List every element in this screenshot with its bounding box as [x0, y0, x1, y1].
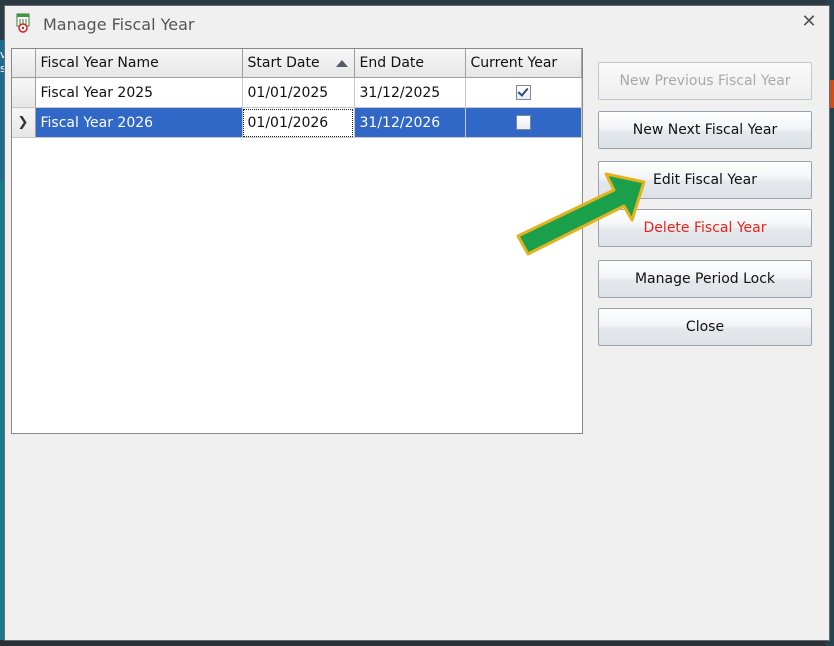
column-header-end-date[interactable]: End Date	[354, 49, 466, 78]
manage-fiscal-year-dialog: Manage Fiscal Year ✕ Fiscal Year Name St…	[4, 5, 830, 641]
close-button[interactable]: Close	[598, 308, 812, 346]
table-row[interactable]: ❯ Fiscal Year 2026 01/01/2026 31/12/2026	[12, 107, 582, 138]
row-selector[interactable]	[12, 77, 36, 108]
delete-fiscal-year-button[interactable]: Delete Fiscal Year	[598, 209, 812, 247]
table-row[interactable]: Fiscal Year 2025 01/01/2025 31/12/2025	[12, 77, 582, 108]
fiscal-calendar-icon	[15, 13, 35, 33]
cell-fiscal-year-name[interactable]: Fiscal Year 2025	[35, 77, 243, 108]
row-selector[interactable]: ❯	[12, 107, 36, 138]
manage-period-lock-button[interactable]: Manage Period Lock	[598, 260, 812, 298]
title-bar[interactable]: Manage Fiscal Year ✕	[5, 6, 829, 42]
sort-ascending-icon	[335, 60, 348, 67]
cell-current-year[interactable]	[465, 107, 582, 138]
cell-end-date[interactable]: 31/12/2025	[354, 77, 466, 108]
new-next-fiscal-year-button[interactable]: New Next Fiscal Year	[598, 111, 812, 149]
cell-fiscal-year-name[interactable]: Fiscal Year 2026	[35, 107, 243, 138]
column-header-current-year[interactable]: Current Year	[465, 49, 582, 78]
current-year-checkbox[interactable]	[515, 115, 531, 130]
current-year-checkbox[interactable]	[515, 85, 531, 100]
edit-fiscal-year-button[interactable]: Edit Fiscal Year	[598, 161, 812, 199]
window-title: Manage Fiscal Year	[43, 15, 195, 34]
new-previous-fiscal-year-button[interactable]: New Previous Fiscal Year	[598, 62, 812, 100]
cell-end-date[interactable]: 31/12/2026	[354, 107, 466, 138]
close-icon[interactable]: ✕	[799, 12, 819, 32]
cell-start-date[interactable]: 01/01/2026	[242, 107, 355, 138]
cell-current-year[interactable]	[465, 77, 582, 108]
row-selector-arrow-icon: ❯	[17, 115, 29, 130]
grid-header-row: Fiscal Year Name Start Date End Date Cur…	[12, 49, 582, 78]
column-header-fiscal-year-name[interactable]: Fiscal Year Name	[35, 49, 243, 78]
cell-start-date[interactable]: 01/01/2025	[242, 77, 355, 108]
row-selector-header	[12, 49, 36, 78]
column-header-label: Start Date	[247, 55, 320, 71]
fiscal-year-grid[interactable]: Fiscal Year Name Start Date End Date Cur…	[11, 48, 583, 434]
column-header-start-date[interactable]: Start Date	[242, 49, 355, 78]
